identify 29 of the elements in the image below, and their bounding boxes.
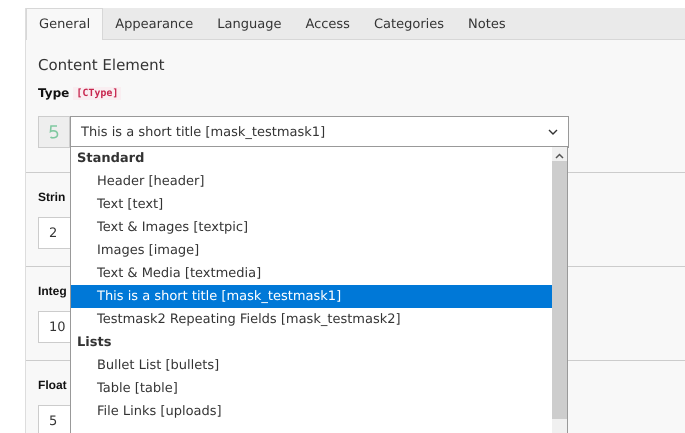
dropdown-option[interactable]: File Links [uploads] [71,400,552,423]
section-title: Content Element [38,56,166,74]
tab[interactable]: General [26,8,104,40]
option-group-label: Lists [76,334,112,352]
dropdown-option[interactable]: Text & Media [textmedia] [71,262,552,285]
tab[interactable]: Notes [456,8,518,40]
field-label: Strin [38,190,66,204]
dropdown-option[interactable]: Text [text] [71,193,552,216]
dropdown-option[interactable]: Table [table] [71,377,552,400]
scrollbar[interactable] [552,147,567,433]
dropdown-option[interactable]: Images [image] [71,239,552,262]
scroll-up-icon [555,153,564,159]
chevron-icon [548,129,558,135]
option-group-label: Standard [76,150,146,168]
type-select[interactable]: This is a short title [mask_testmask1] [70,116,569,148]
tab[interactable]: Appearance [103,8,206,40]
field-label: Float [38,378,67,392]
tab[interactable]: Access [293,8,362,40]
tab[interactable]: Categories [362,8,456,40]
field-name-tag: [CType] [73,86,122,100]
dropdown-option[interactable]: This is a short title [mask_testmask1] [71,285,552,308]
field-label: Integ [38,284,67,298]
number-icon [49,125,59,139]
dropdown-option[interactable]: Testmask2 Repeating Fields [mask_testmask2] [71,308,552,331]
dropdown-option[interactable]: Bullet List [bullets] [71,354,552,377]
field-label: Type [38,86,70,100]
dropdown-option[interactable]: Text & Images [textpic] [71,216,552,239]
dropdown-option[interactable]: Header [header] [71,170,552,193]
tab[interactable]: Language [205,8,294,40]
